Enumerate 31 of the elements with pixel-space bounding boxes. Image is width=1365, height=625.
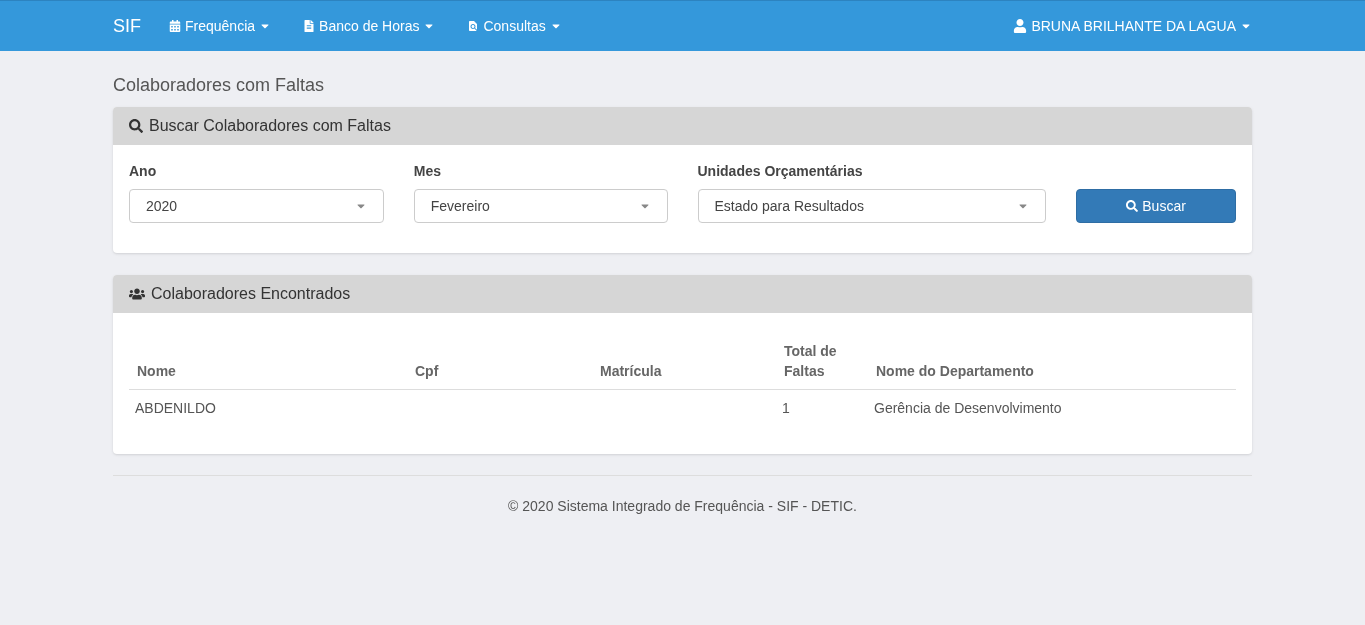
column-header: Nome (129, 333, 407, 390)
brand-logo[interactable]: SIF (113, 12, 141, 40)
user-icon (1013, 19, 1028, 33)
panel-title: Buscar Colaboradores com Faltas (149, 116, 391, 136)
column-header: Cpf (407, 333, 592, 390)
field-label: Mes (413, 162, 442, 181)
panel-title: Colaboradores Encontrados (151, 284, 351, 304)
document-search-icon (467, 20, 480, 32)
page-title: Colaboradores com Faltas (113, 74, 326, 97)
search-button[interactable]: Buscar (1076, 189, 1236, 223)
select-field[interactable]: Estado para Resultados (697, 189, 1047, 223)
select-field[interactable]: 2020 (129, 189, 384, 223)
table-cell: Gerência de Desenvolvimento (868, 389, 1236, 430)
field-label: Unidades Orçamentárias (697, 162, 864, 181)
column-header: Nome do Departamento (868, 333, 1236, 390)
nav-menu[interactable]: Banco de Horas (303, 16, 436, 36)
calendar-icon (169, 20, 181, 32)
search-icon (129, 119, 143, 133)
document-icon (303, 20, 316, 32)
users-icon (129, 286, 145, 302)
search-icon (1126, 200, 1139, 212)
nav-menu[interactable]: Consultas (467, 16, 562, 36)
column-header: Total de Faltas (776, 333, 868, 390)
table-cell: 1 (776, 389, 868, 430)
field-label: Ano (129, 162, 158, 181)
user-menu[interactable]: BRUNA BRILHANTE DA LAGUA (1013, 16, 1252, 36)
column-header: Matrícula (592, 333, 776, 390)
select-field[interactable]: Fevereiro (413, 189, 668, 223)
nav-menu[interactable]: Frequência (169, 16, 272, 36)
table-cell: ABDENILDO (129, 389, 407, 430)
footer-text: © 2020 Sistema Integrado de Frequência - SIF - DETIC. (507, 497, 858, 516)
